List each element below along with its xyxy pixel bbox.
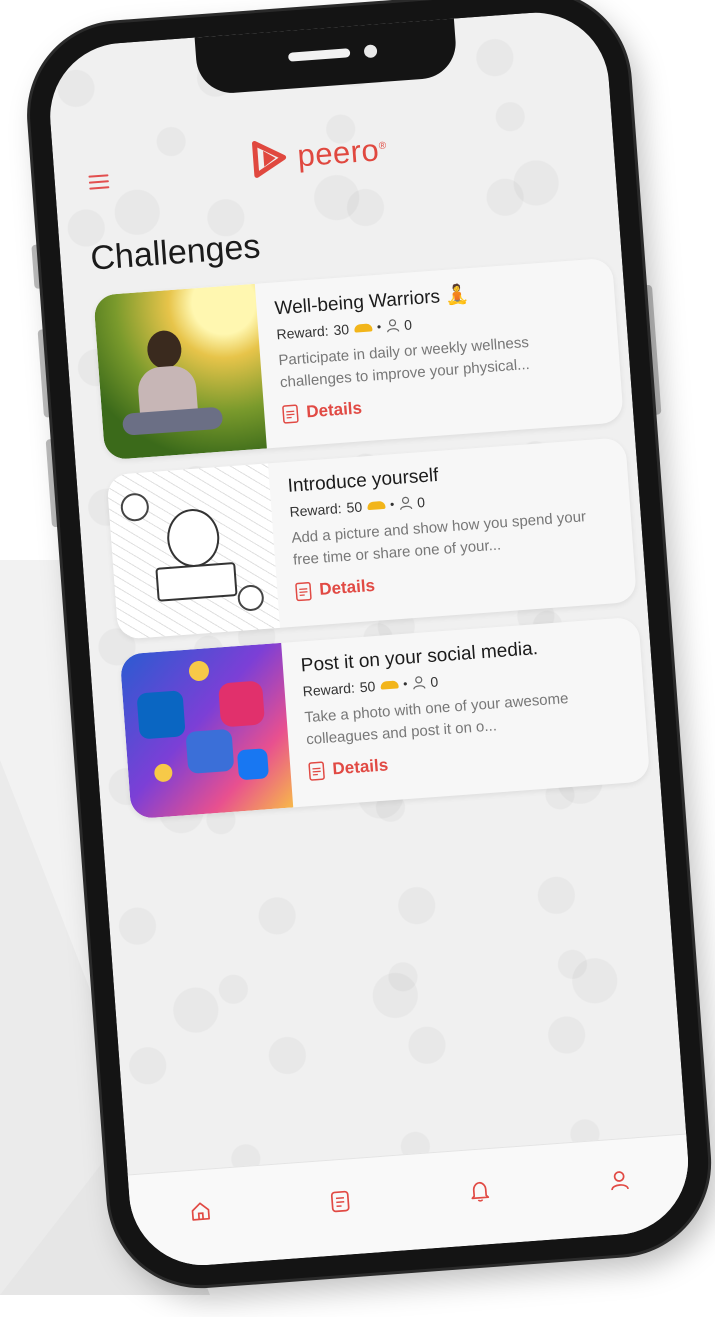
separator-dot: •: [376, 320, 381, 334]
reward-label: Reward:: [276, 323, 329, 343]
peero-logo: peero®: [248, 130, 388, 180]
peero-logo-mark-icon: [248, 137, 291, 180]
profile-icon: [608, 1167, 632, 1193]
participants-icon: [399, 496, 413, 511]
reward-points: 50: [359, 678, 376, 695]
challenge-image-social-media: [120, 643, 294, 819]
details-label: Details: [319, 576, 376, 600]
hamburger-menu-icon[interactable]: [88, 174, 109, 189]
home-icon: [189, 1199, 213, 1223]
app-screen: peero® Challenges Well-being Warriors 🧘 …: [45, 8, 693, 1271]
details-label: Details: [332, 755, 389, 779]
challenges-icon: [328, 1188, 352, 1214]
reward-label: Reward:: [302, 680, 355, 700]
front-camera: [364, 44, 378, 58]
app-header: peero®: [50, 77, 614, 198]
document-icon: [295, 581, 312, 601]
participants-icon: [412, 675, 426, 690]
participants-count: 0: [417, 494, 426, 511]
page-title: Challenges: [89, 227, 262, 278]
challenge-image-meditation: [93, 284, 267, 460]
challenge-card[interactable]: Introduce yourself Reward: 50 • 0 Add a …: [106, 437, 637, 640]
document-icon: [308, 761, 325, 781]
coin-icon: [354, 323, 373, 332]
tab-home[interactable]: [184, 1195, 216, 1227]
tab-notifications[interactable]: [464, 1174, 496, 1206]
speaker-grille: [288, 48, 350, 62]
brand-name: peero®: [296, 132, 388, 174]
phone-body: peero® Challenges Well-being Warriors 🧘 …: [24, 0, 715, 1292]
coin-icon: [380, 680, 399, 689]
challenge-image-about-me-sketch: [106, 463, 280, 639]
tab-challenges[interactable]: [324, 1184, 356, 1216]
participants-count: 0: [404, 316, 413, 333]
bottom-tab-bar: [128, 1134, 694, 1271]
reward-points: 50: [346, 499, 363, 516]
separator-dot: •: [403, 677, 408, 691]
participants-count: 0: [430, 673, 439, 690]
details-label: Details: [306, 398, 363, 422]
participants-icon: [386, 318, 400, 333]
phone-notch: [195, 19, 459, 96]
reward-points: 30: [333, 321, 350, 338]
tab-profile[interactable]: [603, 1164, 635, 1196]
separator-dot: •: [390, 497, 395, 511]
challenge-card[interactable]: Post it on your social media. Reward: 50…: [120, 617, 651, 820]
phone-mockup: peero® Challenges Well-being Warriors 🧘 …: [24, 0, 715, 1317]
reward-label: Reward:: [289, 500, 342, 520]
bell-icon: [468, 1178, 492, 1204]
document-icon: [282, 403, 299, 423]
challenge-card[interactable]: Well-being Warriors 🧘 Reward: 30 • 0 Par…: [93, 258, 624, 461]
coin-icon: [367, 501, 386, 510]
